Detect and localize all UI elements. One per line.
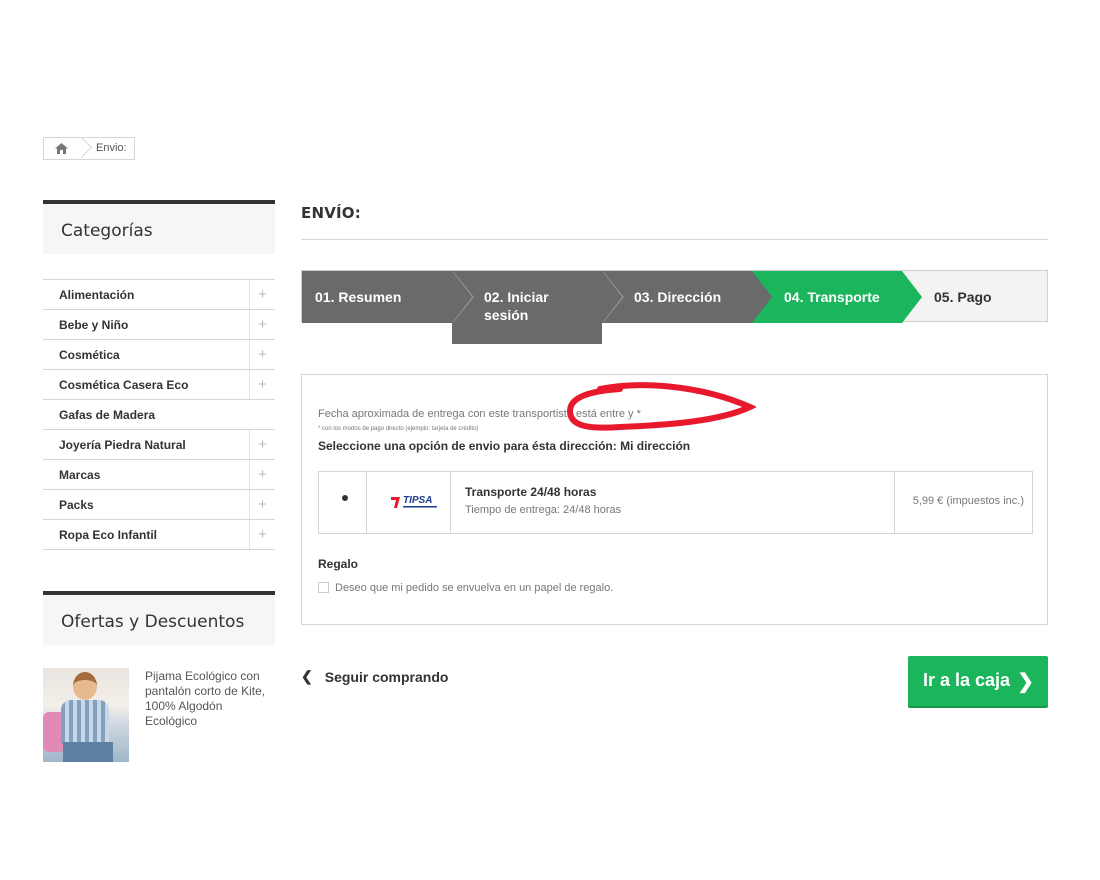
svg-text:TIPSA: TIPSA xyxy=(403,495,432,506)
gift-wrap-checkbox[interactable] xyxy=(318,582,329,593)
carrier-delivery-time: Tiempo de entrega: 24/48 horas xyxy=(465,504,622,516)
step-label: 03. Dirección xyxy=(634,289,722,305)
category-item[interactable]: Cosmética Casera Eco + xyxy=(43,370,275,400)
offer-product-image[interactable] xyxy=(43,668,129,762)
legs-shape xyxy=(63,742,113,762)
category-list: Alimentación + Bebe y Niño + Cosmética + Co… xyxy=(43,279,275,550)
expand-plus-icon[interactable]: + xyxy=(249,490,275,519)
categories-block-title: Categorías xyxy=(43,200,275,254)
expand-plus-icon[interactable]: + xyxy=(249,340,275,369)
expand-plus-icon[interactable]: + xyxy=(249,310,275,339)
step-address[interactable]: 03. Dirección xyxy=(602,271,752,323)
carrier-price: 5,99 € (impuestos inc.) xyxy=(912,495,1024,507)
offers-block-title: Ofertas y Descuentos xyxy=(43,591,275,645)
category-label: Packs xyxy=(59,498,94,512)
carrier-radio[interactable] xyxy=(340,493,350,503)
expand-plus-icon[interactable]: + xyxy=(249,430,275,459)
breadcrumb: Envio: xyxy=(43,136,135,160)
step-label: 01. Resumen xyxy=(315,289,402,305)
carrier-name: Transporte 24/48 horas xyxy=(465,485,597,499)
expand-plus-icon[interactable]: + xyxy=(249,520,275,549)
carrier-option-row[interactable]: TIPSA Transporte 24/48 horas Tiempo de e… xyxy=(318,471,1033,534)
child-head-shape xyxy=(73,672,97,700)
step-payment[interactable]: 05. Pago xyxy=(902,271,1047,323)
step-login[interactable]: 02. Iniciar sesión xyxy=(452,271,602,344)
offers-title: Ofertas y Descuentos xyxy=(61,612,245,632)
category-item[interactable]: Cosmética + xyxy=(43,340,275,370)
select-shipping-message: Seleccione una opción de envio para ésta… xyxy=(318,439,691,453)
proceed-to-checkout-button[interactable]: Ir a la caja ❯ xyxy=(908,656,1048,708)
category-label: Alimentación xyxy=(59,288,135,302)
step-label: 02. Iniciar sesión xyxy=(484,289,549,323)
step-arrow xyxy=(452,271,472,323)
expand-plus-icon[interactable]: + xyxy=(249,370,275,399)
category-label: Bebe y Niño xyxy=(59,318,129,332)
pajama-shape xyxy=(61,700,109,744)
step-summary[interactable]: 01. Resumen xyxy=(302,271,452,323)
category-item[interactable]: Gafas de Madera xyxy=(43,400,275,430)
category-item[interactable]: Alimentación + xyxy=(43,280,275,310)
gift-title: Regalo xyxy=(318,557,359,571)
heading-divider xyxy=(301,239,1048,240)
category-item[interactable]: Bebe y Niño + xyxy=(43,310,275,340)
checkout-steps: 01. Resumen 02. Iniciar sesión 03. Direc… xyxy=(301,270,1048,344)
cell-divider xyxy=(366,472,367,533)
tipsa-logo: TIPSA xyxy=(391,495,437,508)
categories-title: Categorías xyxy=(61,221,153,241)
shipping-options-box: Fecha aproximada de entrega con este tra… xyxy=(301,374,1048,625)
category-label: Gafas de Madera xyxy=(59,408,156,422)
continue-shopping-link[interactable]: ❮ Seguir comprando xyxy=(301,668,448,685)
offer-product-name[interactable]: Pijama Ecológico con pantalón corto de K… xyxy=(145,669,275,729)
page-title: ENVÍO: xyxy=(301,204,361,222)
payment-footnote: * con los modos de pago directo (ejemplo… xyxy=(318,426,479,432)
category-item[interactable]: Ropa Eco Infantil + xyxy=(43,520,275,550)
step-label: 05. Pago xyxy=(934,289,992,305)
continue-shopping-label: Seguir comprando xyxy=(324,668,449,685)
step-shipping[interactable]: 04. Transporte xyxy=(752,271,902,323)
category-label: Cosmética Casera Eco xyxy=(59,378,189,392)
category-label: Cosmética xyxy=(59,348,120,362)
category-label: Marcas xyxy=(59,468,101,482)
checkout-label: Ir a la caja xyxy=(923,670,1011,690)
expand-plus-icon[interactable]: + xyxy=(249,460,275,489)
step-arrow xyxy=(902,271,922,323)
category-label: Joyería Piedra Natural xyxy=(59,438,186,452)
category-item[interactable]: Marcas + xyxy=(43,460,275,490)
chevron-right-icon: ❯ xyxy=(1017,671,1034,693)
chevron-left-icon: ❮ xyxy=(301,668,313,684)
step-arrow xyxy=(602,271,622,323)
cell-divider xyxy=(894,472,895,533)
gift-wrap-label[interactable]: Deseo que mi pedido se envuelva en un pa… xyxy=(335,582,613,594)
category-label: Ropa Eco Infantil xyxy=(59,528,158,542)
category-item[interactable]: Joyería Piedra Natural + xyxy=(43,430,275,460)
red-annotation-scribble xyxy=(566,382,756,431)
cell-divider xyxy=(450,472,451,533)
step-arrow xyxy=(752,271,772,323)
step-label: 04. Transporte xyxy=(784,289,880,305)
breadcrumb-current: Envio: xyxy=(96,142,127,154)
category-item[interactable]: Packs + xyxy=(43,490,275,520)
expand-plus-icon[interactable]: + xyxy=(249,280,275,309)
